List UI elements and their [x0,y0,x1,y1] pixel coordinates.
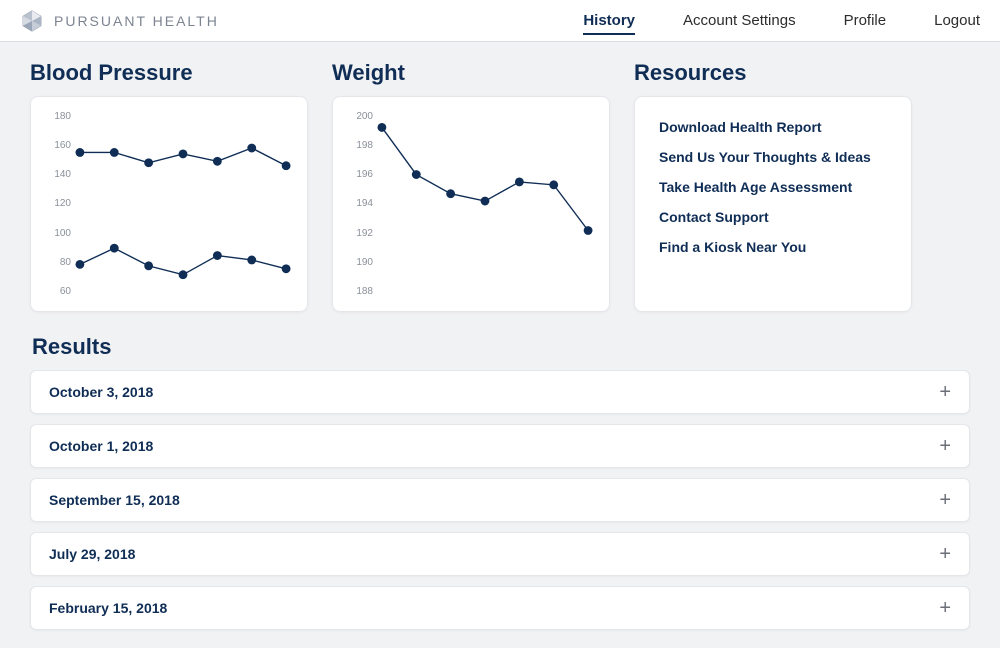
nav-account-settings[interactable]: Account Settings [683,6,796,35]
result-item[interactable]: October 3, 2018 + [30,370,970,414]
result-item[interactable]: July 29, 2018 + [30,532,970,576]
weight-title: Weight [332,60,610,86]
weight-chart-card: 200198196194192190188 [332,96,610,312]
brand-name: PURSUANT HEALTH [54,13,219,29]
brand-logo-icon [20,9,44,33]
result-item[interactable]: September 15, 2018 + [30,478,970,522]
weight-panel: Weight 200198196194192190188 [332,60,610,312]
resources-list: Download Health Report Send Us Your Thou… [659,119,887,255]
charts-row: Blood Pressure 1801601401201008060 Weigh… [30,60,970,312]
resources-panel: Resources Download Health Report Send Us… [634,60,970,312]
result-label: February 15, 2018 [49,600,167,616]
nav-history[interactable]: History [583,6,635,35]
blood-pressure-chart: 1801601401201008060 [41,111,297,297]
blood-pressure-chart-card: 1801601401201008060 [30,96,308,312]
resource-contact-support[interactable]: Contact Support [659,209,887,225]
result-item[interactable]: February 15, 2018 + [30,586,970,630]
blood-pressure-panel: Blood Pressure 1801601401201008060 [30,60,308,312]
resource-send-thoughts[interactable]: Send Us Your Thoughts & Ideas [659,149,887,165]
result-label: September 15, 2018 [49,492,180,508]
page-body: Blood Pressure 1801601401201008060 Weigh… [0,42,1000,648]
expand-icon: + [939,382,951,402]
result-label: July 29, 2018 [49,546,135,562]
nav-profile[interactable]: Profile [844,6,887,35]
resource-download-report[interactable]: Download Health Report [659,119,887,135]
resource-health-age[interactable]: Take Health Age Assessment [659,179,887,195]
result-label: October 1, 2018 [49,438,153,454]
result-label: October 3, 2018 [49,384,153,400]
top-header: PURSUANT HEALTH History Account Settings… [0,0,1000,42]
resources-title: Resources [634,60,970,86]
weight-chart: 200198196194192190188 [343,111,599,297]
resource-find-kiosk[interactable]: Find a Kiosk Near You [659,239,887,255]
weight-svg [377,115,593,293]
weight-y-ticks: 200198196194192190188 [345,111,373,297]
resources-card: Download Health Report Send Us Your Thou… [634,96,912,312]
expand-icon: + [939,598,951,618]
expand-icon: + [939,490,951,510]
result-item[interactable]: October 1, 2018 + [30,424,970,468]
blood-pressure-y-ticks: 1801601401201008060 [43,111,71,297]
brand-logo: PURSUANT HEALTH [20,9,219,33]
nav-logout[interactable]: Logout [934,6,980,35]
expand-icon: + [939,544,951,564]
top-nav: History Account Settings Profile Logout [583,0,980,41]
results-title: Results [32,334,970,360]
blood-pressure-title: Blood Pressure [30,60,308,86]
expand-icon: + [939,436,951,456]
blood-pressure-svg [75,115,291,293]
